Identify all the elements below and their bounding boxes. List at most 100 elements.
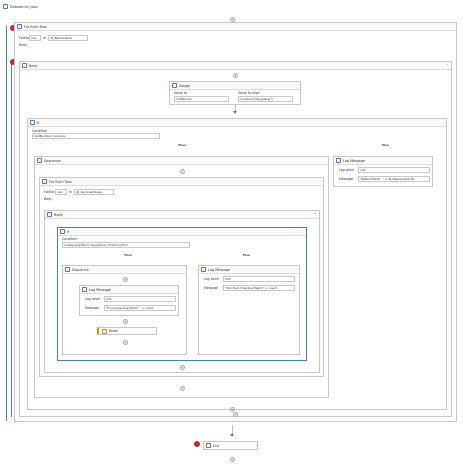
add-activity-after-if[interactable]: +: [233, 412, 238, 417]
else-log-message-label: Message: [339, 177, 353, 181]
inner-if-activity[interactable]: If Condition rowKeyline.Item("Keyplaine"…: [57, 227, 307, 361]
inner-if-header[interactable]: If: [58, 228, 306, 236]
body-title: Body: [29, 63, 38, 68]
body-icon-inner: [47, 212, 52, 217]
body-container[interactable]: Body ⌃ + Assign Value to Value to save m…: [19, 61, 452, 417]
body-header[interactable]: Body: [20, 62, 451, 70]
body-rail: [11, 62, 12, 417]
end-activity[interactable]: End: [203, 441, 258, 450]
inner-in-label: in: [69, 190, 72, 194]
inner-foreach-header[interactable]: For Each Row: [40, 178, 323, 186]
break-icon: [102, 328, 107, 334]
body-icon: [22, 63, 27, 68]
outer-foreach[interactable]: For Each Row ForEach row in dt_Bakelinel…: [14, 22, 457, 422]
else-log-message[interactable]: Log Message Log Level Info Message "Fail…: [333, 156, 433, 187]
connector-arrow-assign: [233, 111, 237, 114]
then-log-message-input[interactable]: "Found Keyline Match " + row.it: [104, 305, 176, 311]
inner-else-label: Else: [243, 253, 250, 257]
if-title: If: [37, 120, 40, 125]
else-inner-log-header[interactable]: Log Message: [199, 266, 299, 274]
else-log-header[interactable]: Log Message: [334, 157, 432, 165]
else-inner-log-level-select[interactable]: Info: [223, 276, 295, 282]
log-icon-else-inner: [201, 267, 206, 272]
connector-arrow-end: [230, 434, 234, 437]
else-label: Else: [382, 143, 389, 147]
else-inner-log-message-label: Message: [204, 286, 218, 290]
else-log-message-input[interactable]: "Failed Match: " + dt_Bakelinelist.Ro: [358, 176, 430, 182]
log-icon-then: [82, 287, 87, 292]
add-activity-body[interactable]: +: [233, 73, 238, 78]
inner-foreach-title: For Each Row: [49, 179, 72, 184]
assign-value-label: Value to save: [238, 91, 260, 95]
inner-sequence-title: Sequence: [72, 267, 89, 272]
assign-to-label: Value to: [174, 91, 187, 95]
outer-foreach-collection-input[interactable]: dt_Bakelinelist: [48, 35, 88, 41]
assign-value-input[interactable]: row.Item("Keyplaine"): [238, 96, 293, 102]
end-title: End: [213, 443, 220, 448]
else-inner-log-message[interactable]: Log Message Log Level Info Message "Not …: [198, 265, 300, 355]
if-icon: [30, 120, 35, 125]
else-inner-log-message-input[interactable]: "Not found Keyline Match" + row.it: [223, 285, 295, 291]
break-activity[interactable]: Break: [97, 327, 157, 335]
assign-to-input[interactable]: matNunito: [174, 96, 229, 102]
else-inner-log-title: Log Message: [208, 267, 230, 272]
else-log-level-label: Log Level: [339, 168, 355, 172]
sequence-activity[interactable]: Sequence + For Each Row ForEach row in d…: [34, 156, 329, 398]
if-condition-input[interactable]: matNumber Success: [32, 133, 160, 139]
then-log-header[interactable]: Log Message: [80, 286, 178, 294]
add-activity-after-outer[interactable]: +: [230, 407, 235, 412]
if-activity[interactable]: If Condition matNumber Success Then Else…: [27, 118, 447, 410]
inner-if-condition-input[interactable]: rowKeyline.Item("Keyplaine").ToString.Tr…: [62, 242, 190, 248]
add-activity-after-break[interactable]: +: [123, 340, 128, 345]
foreach-icon-inner: [42, 179, 47, 184]
collapse-body-icon[interactable]: ⌃: [446, 63, 449, 68]
assign-title: Assign: [179, 83, 191, 88]
sequence-title: Sequence: [44, 158, 61, 163]
inner-body[interactable]: Body ⌃ If Condition rowKeyline.Item("Key…: [44, 210, 320, 373]
else-log-level-select[interactable]: Info: [358, 167, 430, 173]
breakpoint-end[interactable]: [194, 441, 200, 447]
outer-rail: [6, 26, 7, 421]
if-icon-inner: [60, 229, 65, 234]
else-inner-log-level-label: Log Level: [204, 277, 220, 281]
collapse-inner-body-icon[interactable]: ⌃: [314, 212, 317, 217]
then-label: Then: [178, 143, 187, 147]
workflow-title: Dataadmin_loop: [10, 4, 38, 9]
end-icon: [206, 443, 211, 448]
else-log-title: Log Message: [343, 158, 365, 163]
inner-body-title: Body: [54, 212, 63, 217]
in-label: in: [43, 36, 46, 40]
inner-sequence-header[interactable]: Sequence: [63, 266, 186, 274]
sequence-icon-inner: [65, 267, 70, 272]
foreach-icon: [17, 24, 22, 29]
inner-foreach-item-input[interactable]: row: [55, 189, 67, 195]
inner-foreach[interactable]: For Each Row ForEach row in dt_KeylinesS…: [39, 177, 324, 377]
add-activity-inner-body[interactable]: +: [180, 365, 185, 370]
body-label: Body: [19, 43, 28, 47]
inner-body-header[interactable]: Body: [45, 211, 319, 219]
workflow-tab[interactable]: Dataadmin_loop: [3, 3, 63, 10]
outer-foreach-header[interactable]: For Each Row: [15, 23, 456, 31]
sequence-header[interactable]: Sequence: [35, 157, 328, 165]
break-title: Break: [109, 329, 119, 333]
inner-sequence[interactable]: Sequence + Log Message Log Level Info Me…: [62, 265, 187, 355]
assign-activity[interactable]: Assign Value to Value to save matNunito …: [169, 81, 301, 105]
outer-foreach-title: For Each Row: [24, 24, 47, 29]
add-activity-after-inner-foreach[interactable]: +: [180, 386, 185, 391]
add-activity-sequence[interactable]: +: [180, 169, 185, 174]
then-log-level-select[interactable]: Info: [104, 296, 176, 302]
add-activity-bottom[interactable]: +: [230, 457, 235, 462]
then-log-message-label: Message: [85, 306, 99, 310]
outer-foreach-item-input[interactable]: row: [29, 35, 41, 41]
log-icon: [336, 158, 341, 163]
assign-icon: [172, 83, 177, 88]
assign-header[interactable]: Assign: [170, 82, 300, 90]
if-header[interactable]: If: [28, 119, 446, 127]
inner-then-label: Then: [124, 253, 133, 257]
add-activity-inner-sequence[interactable]: +: [123, 277, 128, 282]
inner-body-label: Body: [44, 197, 53, 201]
then-log-title: Log Message: [89, 287, 111, 292]
inner-foreach-collection-input[interactable]: dt_KeylinesStage: [74, 189, 114, 195]
add-activity-after-log[interactable]: +: [123, 319, 128, 324]
then-log-message[interactable]: Log Message Log Level Info Message "Foun…: [79, 285, 179, 316]
